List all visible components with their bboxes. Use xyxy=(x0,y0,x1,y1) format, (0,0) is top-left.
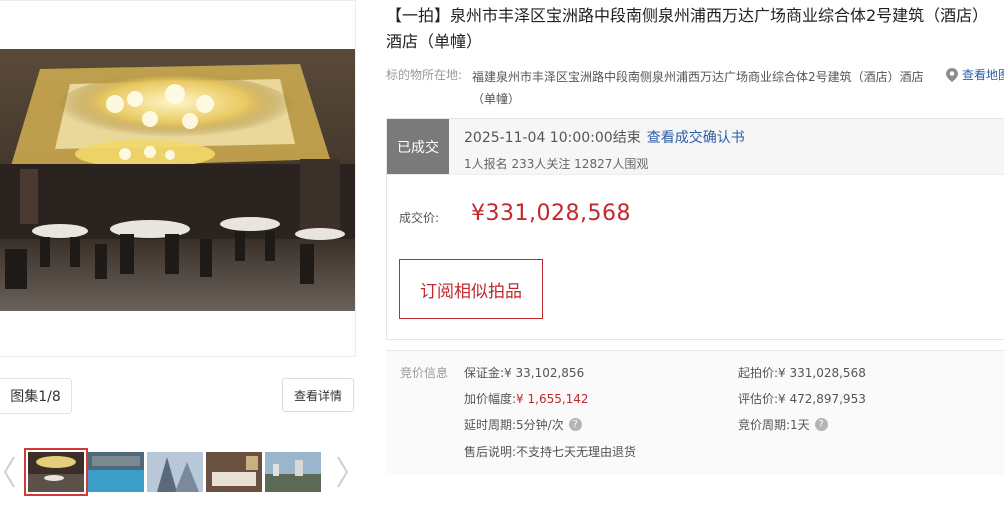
end-time-text: 2025-11-04 10:00:00结束 xyxy=(464,130,641,146)
prev-arrow-icon[interactable] xyxy=(0,452,18,492)
listing-title: 【一拍】泉州市丰泽区宝洲路中段南侧泉州浦西万达广场商业综合体2号建筑（酒店） 酒… xyxy=(386,3,1004,55)
increment-value: ¥ 1,655,142 xyxy=(516,391,589,406)
view-details-button[interactable]: 查看详情 xyxy=(282,378,354,412)
bid-cycle-value: 1天 xyxy=(790,418,810,432)
location-pin-icon xyxy=(946,67,958,82)
deal-panel: 已成交 2025-11-04 10:00:00结束 查看成交确认书 1人报名 23… xyxy=(386,118,1004,340)
delay-row: 延时周期: 5分钟/次 ? xyxy=(464,416,582,433)
status-badge: 已成交 xyxy=(387,119,449,174)
confirm-doc-link[interactable]: 查看成交确认书 xyxy=(647,130,745,146)
deposit-value: ¥ 33,102,856 xyxy=(504,365,585,380)
auction-stats: 1人报名 233人关注 12827人围观 xyxy=(464,157,649,171)
appraisal-value: ¥ 472,897,953 xyxy=(778,391,866,406)
main-photo[interactable] xyxy=(0,49,355,311)
thumbnail-5[interactable] xyxy=(265,452,321,492)
address-text: 福建泉州市丰泽区宝洲路中段南侧泉州浦西万达广场商业综合体2号建筑（酒店）酒店 （… xyxy=(472,66,942,110)
main-photo-frame xyxy=(0,0,356,357)
thumbnail-3[interactable] xyxy=(147,452,203,492)
bid-cycle-label: 竞价周期: xyxy=(738,418,791,432)
delay-label: 延时周期: xyxy=(464,418,517,432)
help-icon[interactable]: ? xyxy=(814,418,828,431)
bid-cycle-row: 竞价周期: 1天 ? xyxy=(738,416,828,433)
increment-label: 加价幅度: xyxy=(464,392,517,406)
listing-title-line1: 【一拍】泉州市丰泽区宝洲路中段南侧泉州浦西万达广场商业综合体2号建筑（酒店） xyxy=(386,6,989,25)
album-counter[interactable]: 图集1/8 xyxy=(0,378,72,414)
bid-info-heading: 竞价信息 xyxy=(400,366,449,380)
deposit-label: 保证金: xyxy=(464,366,505,380)
increment-row: 加价幅度: ¥ 1,655,142 xyxy=(464,390,589,407)
listing-title-line2: 酒店（单幢） xyxy=(386,32,483,51)
start-price-label: 起拍价: xyxy=(738,366,779,380)
end-time: 2025-11-04 10:00:00结束 查看成交确认书 xyxy=(464,127,745,147)
aftersale-row: 售后说明: 不支持七天无理由退货 xyxy=(464,443,636,460)
deal-header: 已成交 2025-11-04 10:00:00结束 查看成交确认书 1人报名 23… xyxy=(387,119,1004,175)
start-price-row: 起拍价: ¥ 331,028,568 xyxy=(738,364,866,381)
aftersale-value: 不支持七天无理由退货 xyxy=(516,445,637,459)
final-price-value: ¥331,028,568 xyxy=(471,201,631,226)
start-price-value: ¥ 331,028,568 xyxy=(778,365,866,380)
thumbnail-2[interactable] xyxy=(88,452,144,492)
subscribe-similar-button[interactable]: 订阅相似拍品 xyxy=(399,259,543,319)
deposit-row: 保证金: ¥ 33,102,856 xyxy=(464,364,584,381)
view-map-link[interactable]: 查看地图 xyxy=(946,66,1004,83)
next-arrow-icon[interactable] xyxy=(334,452,352,492)
address-line2: （单幢） xyxy=(472,92,521,106)
appraisal-row: 评估价: ¥ 472,897,953 xyxy=(738,390,866,407)
address-line1: 福建泉州市丰泽区宝洲路中段南侧泉州浦西万达广场商业综合体2号建筑（酒店）酒店 xyxy=(472,70,924,84)
delay-value: 5分钟/次 xyxy=(516,418,564,432)
view-map-label[interactable]: 查看地图 xyxy=(962,66,1004,83)
thumbnail-4[interactable] xyxy=(206,452,262,492)
bid-info-panel: 竞价信息 保证金: ¥ 33,102,856 加价幅度: ¥ 1,655,142… xyxy=(386,350,1004,475)
final-price-label: 成交价: xyxy=(399,211,440,225)
aftersale-label: 售后说明: xyxy=(464,445,517,459)
address-label: 标的物所在地: xyxy=(386,68,463,82)
help-icon[interactable]: ? xyxy=(568,418,582,431)
appraisal-label: 评估价: xyxy=(738,392,779,406)
thumbnail-1[interactable] xyxy=(24,448,88,496)
